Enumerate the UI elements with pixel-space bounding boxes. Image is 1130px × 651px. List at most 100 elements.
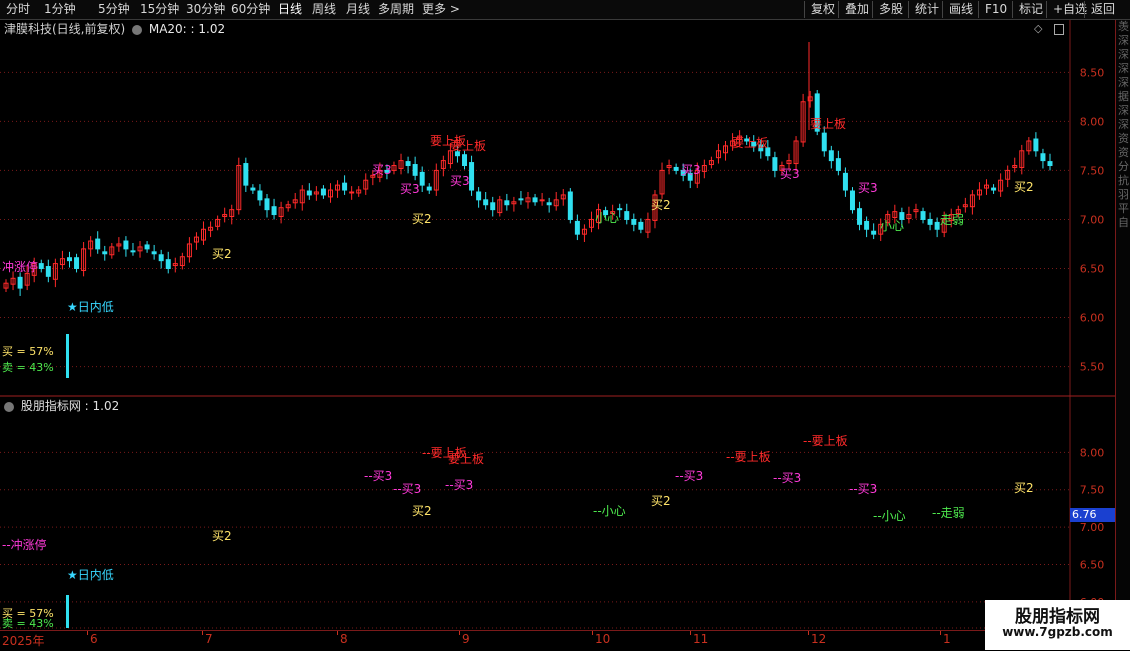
kline-chart[interactable]: 8.50 8.00 7.50 7.00 6.50 6.00 5.50 8.00 7.50 7.00…: [0, 0, 1115, 630]
candle-body: [849, 190, 855, 211]
side-strip-char: 资: [1118, 146, 1129, 159]
sub-price-tick: 7.00: [1080, 521, 1105, 534]
signal-label-sub: --要上板: [803, 434, 848, 448]
candle-body: [673, 166, 679, 171]
side-strip-char: 深: [1118, 34, 1129, 47]
signal-label-sub: --小心: [873, 509, 906, 523]
date-tick: 9: [462, 632, 470, 646]
candle-body: [821, 132, 827, 152]
candle-body: [469, 162, 475, 191]
candle-body: [532, 197, 538, 203]
signal-label-sub: --小心: [593, 504, 626, 518]
date-tick: 7: [205, 632, 213, 646]
watermark-title: 股朋指标网: [1015, 607, 1100, 627]
watermark-logo: 股朋指标网 www.7gpzb.com: [985, 600, 1130, 650]
signal-label-sub: ★日内低: [67, 568, 114, 582]
side-strip-char: 平: [1118, 202, 1129, 215]
buy-sell-bar-main: [66, 334, 69, 378]
candle-body: [1047, 161, 1053, 167]
signal-label-sub: --冲涨停: [2, 537, 47, 552]
candle-body: [504, 200, 510, 206]
side-strip-char: 自: [1118, 216, 1129, 229]
candle-body: [264, 198, 270, 211]
date-tick-mark: [808, 631, 809, 635]
candle-body: [243, 163, 249, 186]
candle-body: [320, 188, 326, 196]
candle-body: [17, 276, 23, 289]
signal-label-main: 买2: [212, 247, 232, 261]
candle-body: [835, 158, 841, 171]
candle-body: [250, 187, 256, 191]
sell-ratio-main: 卖 = 43%: [2, 361, 54, 374]
candle-body: [426, 186, 432, 191]
signal-label-main: 买3: [858, 181, 878, 195]
candle-body: [271, 206, 277, 216]
sub-price-tick: 6.50: [1080, 558, 1105, 571]
date-tick: 12: [811, 632, 827, 646]
candle-body: [927, 218, 933, 225]
signal-label-main: 买3: [780, 167, 800, 181]
candle-body: [617, 208, 623, 211]
date-axis: 2025年 6 7 8 9 10 11 12 1: [0, 630, 985, 651]
signal-label-main: 买3: [450, 174, 470, 188]
date-tick-mark: [202, 631, 203, 635]
signal-label-main: 要上板: [810, 117, 846, 131]
date-tick: 6: [90, 632, 98, 646]
side-strip-char: 分: [1118, 160, 1129, 173]
date-tick: 10: [595, 632, 611, 646]
candle-body: [864, 220, 870, 230]
date-tick-mark: [87, 631, 88, 635]
candle-body: [624, 211, 630, 220]
signal-label-main: 买2: [1014, 180, 1034, 194]
signal-label-sub: 买2: [212, 529, 232, 543]
side-info-strip[interactable]: 羡深深深深据深深资资分抗羽平自: [1115, 20, 1130, 400]
candle-body: [412, 164, 418, 176]
signal-label-sub: 买2: [1014, 481, 1034, 495]
candle-body: [546, 202, 552, 206]
candle-body: [539, 199, 545, 202]
candle-body: [38, 263, 44, 269]
main-price-tick: 6.50: [1080, 262, 1105, 275]
main-price-tick: 8.50: [1080, 66, 1105, 79]
sub-price-tick: 8.00: [1080, 446, 1105, 459]
candle-body: [151, 251, 157, 255]
candle-body: [102, 251, 108, 255]
candle-body: [462, 154, 468, 167]
side-strip-char: 深: [1118, 118, 1129, 131]
candle-body: [349, 191, 355, 194]
side-strip-char: 深: [1118, 62, 1129, 75]
signal-label-main: ★日内低: [67, 300, 114, 314]
candle-body: [306, 190, 312, 196]
current-price-tag: 6.76: [1070, 508, 1115, 522]
candle-body: [772, 157, 778, 171]
main-price-tick: 6.00: [1080, 312, 1105, 325]
side-strip-char: 羽: [1118, 188, 1129, 201]
main-price-tick: 8.00: [1080, 115, 1105, 128]
candle-body: [518, 198, 524, 201]
signal-label-main: 小心: [595, 211, 619, 225]
signal-label-sub: --走弱: [932, 506, 965, 520]
main-price-tick: 7.00: [1080, 213, 1105, 226]
side-strip-char: 抗: [1118, 174, 1129, 187]
main-price-tick: 7.50: [1080, 164, 1105, 177]
signal-label-sub: 买2: [651, 494, 671, 508]
candle-body: [857, 208, 863, 225]
candle-body: [123, 240, 129, 250]
candle-body: [1033, 138, 1039, 152]
sub-side-strip: [1115, 400, 1130, 630]
signal-label-main: 要上板: [450, 139, 486, 153]
signal-label-sub: --买3: [445, 478, 473, 492]
candle-body: [871, 230, 877, 235]
side-strip-char: 深: [1118, 104, 1129, 117]
sub-settings-icon[interactable]: [4, 401, 14, 412]
side-strip-char: 据: [1118, 90, 1129, 103]
candle-body: [574, 220, 580, 235]
date-tick: 2025年: [2, 634, 45, 648]
candle-body: [1040, 153, 1046, 162]
side-strip-char: 深: [1118, 76, 1129, 89]
candle-body: [95, 238, 101, 250]
candle-body: [934, 221, 940, 230]
candle-body: [567, 191, 573, 220]
candle-body: [483, 199, 489, 206]
date-tick-mark: [459, 631, 460, 635]
